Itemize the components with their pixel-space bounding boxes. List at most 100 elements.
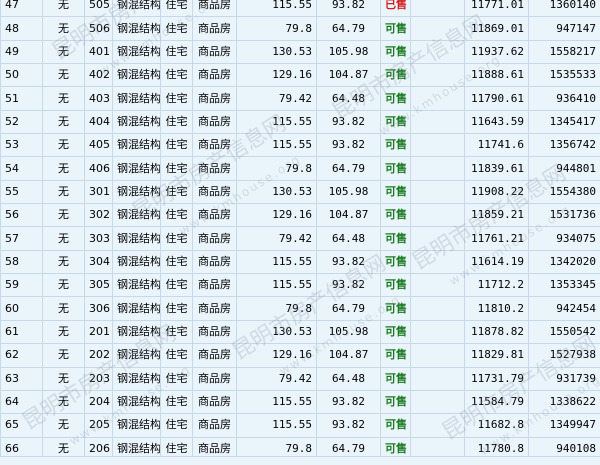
cell-area: 115.55 (236, 0, 317, 18)
cell-structure: 钢混结构 (112, 63, 161, 88)
cell-area: 115.55 (236, 389, 317, 415)
cell-blank (410, 203, 465, 228)
cell-inner-area: 105.98 (316, 39, 381, 65)
cell-area: 129.16 (236, 343, 317, 368)
cell-status: 可售 (380, 413, 411, 438)
cell-inner-area: 104.87 (316, 63, 381, 88)
cell-seq: 58 (0, 249, 43, 275)
table-row: 59 无 305 钢混结构 住宅 商品房 115.55 93.82 可售 11712.2 13533… (0, 273, 600, 298)
cell-mark: 无 (42, 226, 85, 251)
cell-blank (410, 109, 465, 135)
cell-room: 302 (84, 203, 113, 228)
cell-unit-price: 11888.61 (464, 63, 529, 88)
cell-status: 可售 (380, 156, 411, 181)
cell-total-price: 944801 (528, 156, 600, 181)
cell-blank (410, 156, 465, 181)
cell-status: 可售 (380, 86, 411, 111)
cell-blank (410, 0, 465, 18)
cell-type: 商品房 (192, 273, 237, 298)
unit-table: 47 无 505 钢混结构 住宅 商品房 115.55 93.82 已售 11771.01 1360… (0, 0, 600, 461)
cell-unit-price: 11878.82 (464, 319, 529, 345)
cell-mark: 无 (42, 389, 85, 415)
cell-type: 商品房 (192, 179, 237, 205)
cell-use: 住宅 (160, 319, 193, 345)
cell-status: 可售 (380, 109, 411, 135)
cell-seq: 54 (0, 156, 43, 181)
cell-total-price: 1558217 (528, 39, 600, 65)
cell-room: 201 (84, 319, 113, 345)
cell-unit-price: 11731.79 (464, 366, 529, 391)
cell-room: 506 (84, 16, 113, 41)
cell-room: 306 (84, 296, 113, 321)
cell-status: 可售 (380, 343, 411, 368)
cell-mark: 无 (42, 249, 85, 275)
cell-unit-price: 11584.79 (464, 389, 529, 415)
cell-total-price: 936410 (528, 86, 600, 111)
table-row: 52 无 404 钢混结构 住宅 商品房 115.55 93.82 可售 11643.59 1345… (0, 109, 600, 135)
cell-seq: 49 (0, 39, 43, 65)
cell-inner-area: 64.48 (316, 366, 381, 391)
cell-area: 115.55 (236, 273, 317, 298)
cell-area: 115.55 (236, 413, 317, 438)
cell-blank (410, 133, 465, 158)
cell-total-price: 1527938 (528, 343, 600, 368)
cell-type: 商品房 (192, 0, 237, 18)
cell-seq: 55 (0, 179, 43, 205)
cell-mark: 无 (42, 413, 85, 438)
cell-unit-price: 11790.61 (464, 86, 529, 111)
cell-type: 商品房 (192, 249, 237, 275)
cell-blank (410, 343, 465, 368)
cell-inner-area: 64.48 (316, 226, 381, 251)
cell-area: 79.42 (236, 366, 317, 391)
cell-mark: 无 (42, 0, 85, 18)
cell-area: 79.42 (236, 86, 317, 111)
cell-structure: 钢混结构 (112, 16, 161, 41)
cell-use: 住宅 (160, 0, 193, 18)
table-bottom-edge (0, 456, 600, 465)
cell-seq: 50 (0, 63, 43, 88)
cell-seq: 65 (0, 413, 43, 438)
cell-status: 可售 (380, 39, 411, 65)
cell-structure: 钢混结构 (112, 296, 161, 321)
cell-total-price: 1345417 (528, 109, 600, 135)
cell-seq: 60 (0, 296, 43, 321)
cell-structure: 钢混结构 (112, 366, 161, 391)
table-row: 60 无 306 钢混结构 住宅 商品房 79.8 64.79 可售 11810.2 942454 (0, 296, 600, 321)
cell-inner-area: 104.87 (316, 203, 381, 228)
cell-area: 130.53 (236, 39, 317, 65)
cell-status: 可售 (380, 319, 411, 345)
cell-use: 住宅 (160, 16, 193, 41)
cell-area: 79.8 (236, 296, 317, 321)
cell-mark: 无 (42, 16, 85, 41)
cell-blank (410, 296, 465, 321)
cell-blank (410, 273, 465, 298)
cell-unit-price: 11771.01 (464, 0, 529, 18)
cell-blank (410, 86, 465, 111)
cell-type: 商品房 (192, 319, 237, 345)
table-row: 64 无 204 钢混结构 住宅 商品房 115.55 93.82 可售 11584.79 1338… (0, 389, 600, 415)
cell-unit-price: 11810.2 (464, 296, 529, 321)
cell-inner-area: 93.82 (316, 0, 381, 18)
cell-type: 商品房 (192, 203, 237, 228)
cell-unit-price: 11712.2 (464, 273, 529, 298)
cell-inner-area: 93.82 (316, 413, 381, 438)
cell-room: 303 (84, 226, 113, 251)
cell-mark: 无 (42, 39, 85, 65)
cell-use: 住宅 (160, 39, 193, 65)
cell-unit-price: 11859.21 (464, 203, 529, 228)
cell-mark: 无 (42, 109, 85, 135)
cell-blank (410, 179, 465, 205)
cell-structure: 钢混结构 (112, 39, 161, 65)
cell-seq: 47 (0, 0, 43, 18)
cell-seq: 48 (0, 16, 43, 41)
cell-type: 商品房 (192, 16, 237, 41)
cell-unit-price: 11839.61 (464, 156, 529, 181)
cell-area: 79.8 (236, 156, 317, 181)
cell-blank (410, 63, 465, 88)
cell-structure: 钢混结构 (112, 86, 161, 111)
cell-type: 商品房 (192, 63, 237, 88)
cell-room: 203 (84, 366, 113, 391)
cell-structure: 钢混结构 (112, 226, 161, 251)
cell-room: 405 (84, 133, 113, 158)
cell-structure: 钢混结构 (112, 133, 161, 158)
